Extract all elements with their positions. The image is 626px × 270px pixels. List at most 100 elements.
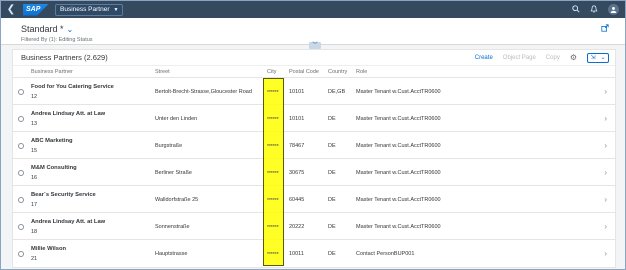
role: Master Tenant w.Cust.AcctTR0600 xyxy=(356,197,441,203)
country: DE xyxy=(328,224,336,230)
country: DE xyxy=(328,251,336,257)
share-icon[interactable] xyxy=(601,24,609,34)
country: DE xyxy=(328,197,336,203)
partner-id: 17 xyxy=(31,202,38,208)
partner-name: Bear´s Security Service xyxy=(31,192,96,198)
table-row[interactable]: Andrea Lindsay Att. at Law 18 Sonnenstra… xyxy=(13,213,615,240)
postal-code: 10011 xyxy=(289,251,304,257)
row-navigation-icon[interactable]: › xyxy=(604,168,607,177)
row-navigation-icon[interactable]: › xyxy=(604,141,607,150)
street: Unter den Linden xyxy=(155,116,198,122)
country: DE xyxy=(328,170,336,176)
table-row[interactable]: Food for You Catering Service 12 Bertolt… xyxy=(13,78,615,105)
column-header-street[interactable]: Street xyxy=(155,69,170,75)
chevron-down-icon[interactable]: ⌄ xyxy=(67,25,74,34)
city-values-overlay: ****** ****** ****** ****** ****** *****… xyxy=(263,78,284,266)
column-header-role[interactable]: Role xyxy=(356,69,367,75)
street: Sonnenstraße xyxy=(155,224,190,230)
postal-code: 10101 xyxy=(289,89,305,95)
app-title-menu[interactable]: Business Partner ▼ xyxy=(55,3,124,16)
table-row[interactable]: Bear´s Security Service 17 Walldorfstraß… xyxy=(13,186,615,213)
role: Contact PersonBUP001 xyxy=(356,251,415,257)
postal-code: 78467 xyxy=(289,143,305,149)
row-select-radio[interactable] xyxy=(18,224,24,230)
partner-id: 21 xyxy=(31,256,38,262)
postal-code: 60445 xyxy=(289,197,305,203)
logo-text: SAP xyxy=(26,5,41,13)
partner-name: Andrea Lindsay Att. at Law xyxy=(31,111,106,117)
country: DE xyxy=(328,116,336,122)
street: Walldorfstraße 25 xyxy=(155,197,199,203)
partner-name: ABC Marketing xyxy=(31,138,73,144)
export-button[interactable]: ⇲ ⌄ xyxy=(587,52,609,63)
postal-code: 10101 xyxy=(289,116,305,122)
row-select-radio[interactable] xyxy=(18,170,24,176)
street: Berliner Straße xyxy=(155,170,192,176)
create-button[interactable]: Create xyxy=(475,55,493,61)
row-navigation-icon[interactable]: › xyxy=(604,222,607,231)
country: DE xyxy=(328,143,336,149)
search-icon[interactable] xyxy=(572,4,580,15)
chevron-down-icon: ⌄ xyxy=(600,55,606,61)
column-header-business-partner[interactable]: Business Partner xyxy=(31,69,73,75)
partner-id: 15 xyxy=(31,148,38,154)
city-value: ****** xyxy=(267,117,279,123)
row-select-radio[interactable] xyxy=(18,89,24,95)
city-value: ****** xyxy=(267,198,279,204)
row-navigation-icon[interactable]: › xyxy=(604,114,607,123)
role: Master Tenant w.Cust.AcctTR0600 xyxy=(356,116,441,122)
app-title: Business Partner xyxy=(60,6,110,13)
row-navigation-icon[interactable]: › xyxy=(604,87,607,96)
gear-icon[interactable]: ⚙ xyxy=(570,53,577,62)
partner-id: 12 xyxy=(31,94,38,100)
role: Master Tenant w.Cust.AcctTR0600 xyxy=(356,170,441,176)
back-icon[interactable]: ❮ xyxy=(1,1,21,18)
table-row[interactable]: ABC Marketing 15 Burgstraße 78467 DE Mas… xyxy=(13,132,615,159)
partner-name: Andrea Lindsay Att. at Law xyxy=(31,219,106,225)
table-row[interactable]: M&M Consulting 16 Berliner Straße 30675 … xyxy=(13,159,615,186)
row-navigation-icon[interactable]: › xyxy=(604,249,607,258)
partner-id: 18 xyxy=(31,229,38,235)
row-navigation-icon[interactable]: › xyxy=(604,195,607,204)
export-icon: ⇲ xyxy=(590,55,596,61)
row-select-radio[interactable] xyxy=(18,116,24,122)
collapse-header-button[interactable]: ︾ xyxy=(309,42,321,49)
shell-bar: ❮ SAP Business Partner ▼ xyxy=(1,1,625,18)
postal-code: 30675 xyxy=(289,170,305,176)
copy-button[interactable]: Copy xyxy=(546,55,560,61)
avatar[interactable] xyxy=(608,4,619,15)
notification-icon[interactable] xyxy=(590,4,598,15)
partner-id: 13 xyxy=(31,121,38,127)
partner-name: Millie Wilson xyxy=(31,246,67,252)
partner-name: Food for You Catering Service xyxy=(31,84,114,90)
table-title: Business Partners (2.629) xyxy=(21,53,108,62)
partner-id: 16 xyxy=(31,175,38,181)
sap-logo[interactable]: SAP xyxy=(23,3,49,16)
column-header-postal-code[interactable]: Postal Code xyxy=(289,69,319,75)
filter-status: Filtered By (1): Editing Status xyxy=(21,37,93,43)
country: DE,GB xyxy=(328,89,346,95)
row-select-radio[interactable] xyxy=(18,143,24,149)
postal-code: 20222 xyxy=(289,224,305,230)
city-value: ****** xyxy=(267,252,279,258)
partner-name: M&M Consulting xyxy=(31,165,77,171)
page-header: Standard * ⌄ Filtered By (1): Editing St… xyxy=(1,18,625,49)
table-row[interactable]: Millie Wilson 21 Hauptstrasse 10011 DE C… xyxy=(13,240,615,267)
role: Master Tenant w.Cust.AcctTR0600 xyxy=(356,89,441,95)
row-select-radio[interactable] xyxy=(18,251,24,257)
city-value: ****** xyxy=(267,144,279,150)
row-select-radio[interactable] xyxy=(18,197,24,203)
role: Master Tenant w.Cust.AcctTR0600 xyxy=(356,224,441,230)
table-row[interactable]: Andrea Lindsay Att. at Law 13 Unter den … xyxy=(13,105,615,132)
city-value: ****** xyxy=(267,225,279,231)
variant-selector[interactable]: Standard * ⌄ xyxy=(21,24,73,34)
street: Burgstraße xyxy=(155,143,183,149)
object-page-button[interactable]: Object Page xyxy=(503,55,536,61)
street: Hauptstrasse xyxy=(155,251,188,257)
city-value: ****** xyxy=(267,90,279,96)
column-header-country[interactable]: Country xyxy=(328,69,347,75)
city-value: ****** xyxy=(267,171,279,177)
column-header-city[interactable]: City xyxy=(267,69,276,75)
business-partner-table: Business Partners (2.629) Create Object … xyxy=(12,49,616,268)
variant-name: Standard * xyxy=(21,24,64,34)
